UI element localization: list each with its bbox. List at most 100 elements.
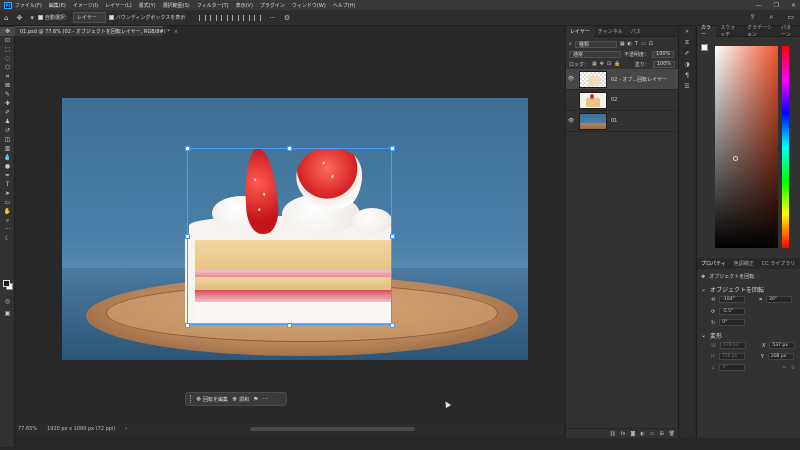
hue-slider[interactable] — [782, 46, 789, 248]
share-icon[interactable]: ⇪ — [750, 13, 756, 22]
workspace-icon[interactable]: ▭ — [787, 13, 794, 22]
group-icon[interactable]: ▭ — [650, 431, 655, 437]
x-field[interactable]: 537 px — [769, 342, 796, 349]
auto-select-dropdown[interactable]: レイヤー — [72, 12, 106, 23]
layer-row[interactable]: 👁 02 - オブ...回転レイヤー — [566, 69, 678, 90]
menu-plugins[interactable]: プラグイン — [260, 2, 285, 9]
menu-image[interactable]: イメージ(I) — [73, 2, 98, 9]
menu-edit[interactable]: 編集(E) — [49, 2, 66, 9]
align-bottom-icon[interactable] — [254, 14, 262, 21]
align-right-icon[interactable] — [221, 14, 229, 21]
blur-tool-icon[interactable]: 💧 — [0, 153, 15, 162]
brush-settings-icon[interactable]: ✐ — [679, 48, 695, 59]
more-options-icon[interactable]: ··· — [269, 14, 276, 22]
tab-adjustments[interactable]: 色調補正 — [730, 260, 758, 267]
eye-icon[interactable]: 👁 — [566, 118, 576, 124]
foreground-color-chip[interactable] — [701, 44, 708, 51]
eyedropper-tool-icon[interactable]: ✎ — [0, 90, 15, 99]
rotate-section-header[interactable]: ⌄ オブジェクトを回転 — [701, 285, 764, 294]
paragraph-icon[interactable]: ¶ — [679, 70, 695, 81]
layer-row[interactable]: 👁 01 — [566, 111, 678, 132]
object-select-tool-icon[interactable]: ⬡ — [0, 63, 15, 72]
path-select-tool-icon[interactable]: ➤ — [0, 189, 15, 198]
harmonize-button[interactable]: ❋ 調和 — [232, 396, 249, 403]
align-center-icon[interactable] — [210, 14, 218, 21]
align-top-icon[interactable] — [232, 14, 240, 21]
blend-mode-dropdown[interactable]: 通常 — [569, 50, 621, 58]
layer-kind-dropdown[interactable]: 種類 — [574, 40, 617, 48]
align-middle-icon[interactable] — [243, 14, 251, 21]
screen-mode-icon[interactable]: ▣ — [0, 309, 15, 318]
menu-view[interactable]: 表示(V) — [236, 2, 253, 9]
tab-cc-libraries[interactable]: CC ライブラリ — [758, 260, 800, 267]
y-field[interactable]: 208 px — [767, 353, 794, 360]
quick-mask-icon[interactable]: ◎ — [0, 297, 15, 306]
gradient-tool-icon[interactable]: ▥ — [0, 144, 15, 153]
lock-move-icon[interactable]: ✥ — [600, 61, 604, 67]
rotate-vertical-field[interactable]: -5.5° — [719, 308, 746, 315]
chevron-down-icon[interactable]: ▾ — [30, 14, 34, 22]
drag-handle-icon[interactable] — [190, 395, 192, 403]
menu-type[interactable]: 書式(Y) — [139, 2, 156, 9]
transform-handle-bc[interactable] — [287, 323, 292, 328]
search-icon[interactable]: ⌕ — [769, 13, 773, 22]
flip-vertical-icon[interactable]: ⇅ — [791, 365, 795, 371]
opacity-field[interactable]: 100% — [652, 50, 675, 58]
marquee-tool-icon[interactable]: ⬚ — [0, 45, 15, 54]
transform-handle-br[interactable] — [390, 323, 395, 328]
type-tool-icon[interactable]: T — [0, 180, 15, 189]
eraser-tool-icon[interactable]: ◫ — [0, 135, 15, 144]
menu-select[interactable]: 選択範囲(S) — [163, 2, 190, 9]
add-mask-icon[interactable]: ◙ — [630, 431, 635, 437]
artboard-tool-icon[interactable]: ⊡ — [0, 36, 15, 45]
brush-tool-icon[interactable]: ✐ — [0, 108, 15, 117]
dodge-tool-icon[interactable]: ● — [0, 162, 15, 171]
lock-pixels-icon[interactable]: ▦ — [592, 61, 597, 67]
crop-tool-icon[interactable]: ⌗ — [0, 72, 15, 81]
filter-type-icon[interactable]: T — [635, 41, 638, 47]
transform-handle-tl[interactable] — [185, 146, 190, 151]
settings-icon[interactable]: ⚙ — [284, 14, 290, 22]
transform-section-header[interactable]: ⌄ 変形 — [701, 331, 722, 340]
zoom-tool-icon[interactable]: ⌕ — [0, 216, 15, 225]
height-field[interactable]: 756 px — [718, 353, 745, 360]
tab-properties[interactable]: プロパティ — [697, 260, 730, 267]
pen-tool-icon[interactable]: ✒ — [0, 171, 15, 180]
show-transform-checkbox[interactable] — [108, 15, 114, 20]
link-layers-icon[interactable]: ⛓ — [609, 431, 615, 437]
libraries-icon[interactable]: ☰ — [679, 81, 695, 92]
fx-icon[interactable]: fx — [621, 431, 626, 437]
stamp-tool-icon[interactable]: ♟ — [0, 117, 15, 126]
lasso-tool-icon[interactable]: ◌ — [0, 54, 15, 63]
filter-shape-icon[interactable]: ▭ — [641, 41, 646, 47]
tab-swatches[interactable]: スウォッチ — [716, 25, 743, 38]
adjustment-layer-icon[interactable]: ◐ — [640, 431, 644, 437]
maximize-icon[interactable]: ❐ — [774, 2, 779, 9]
menu-layer[interactable]: レイヤー(L) — [105, 2, 132, 9]
foreground-color-swatch[interactable] — [3, 280, 10, 287]
width-field[interactable]: 478 px — [719, 342, 746, 349]
color-field[interactable] — [715, 46, 778, 248]
rotate-z-field[interactable]: 0° — [719, 319, 746, 326]
more-icon[interactable]: ··· — [262, 396, 268, 403]
status-chevron-icon[interactable]: › — [125, 426, 127, 432]
angle-field[interactable]: 0° — [719, 364, 746, 371]
tab-channels[interactable]: チャンネル — [594, 26, 627, 37]
home-icon[interactable]: ⌂ — [4, 14, 8, 22]
transform-handle-tc[interactable] — [287, 146, 292, 151]
horizontal-scrollbar[interactable] — [250, 427, 415, 431]
collapse-panel-icon[interactable]: » — [679, 26, 695, 37]
tab-paths[interactable]: パス — [627, 26, 645, 37]
banana-icon[interactable]: ☾ — [0, 234, 15, 243]
filter-adjust-icon[interactable]: ◐ — [628, 41, 632, 47]
healing-tool-icon[interactable]: ✚ — [0, 99, 15, 108]
menu-filter[interactable]: フィルター(T) — [197, 2, 229, 9]
filter-smart-icon[interactable]: ⊡ — [649, 41, 653, 47]
history-icon[interactable]: ⧖ — [679, 37, 695, 48]
lock-all-icon[interactable]: 🔒 — [614, 61, 620, 67]
tab-layers[interactable]: レイヤー — [566, 25, 594, 37]
close-tab-icon[interactable]: × — [174, 29, 178, 35]
auto-select-checkbox[interactable] — [37, 15, 43, 20]
more-tools-icon[interactable]: ··· — [0, 225, 15, 234]
trash-icon[interactable]: 🗑 — [669, 431, 675, 437]
